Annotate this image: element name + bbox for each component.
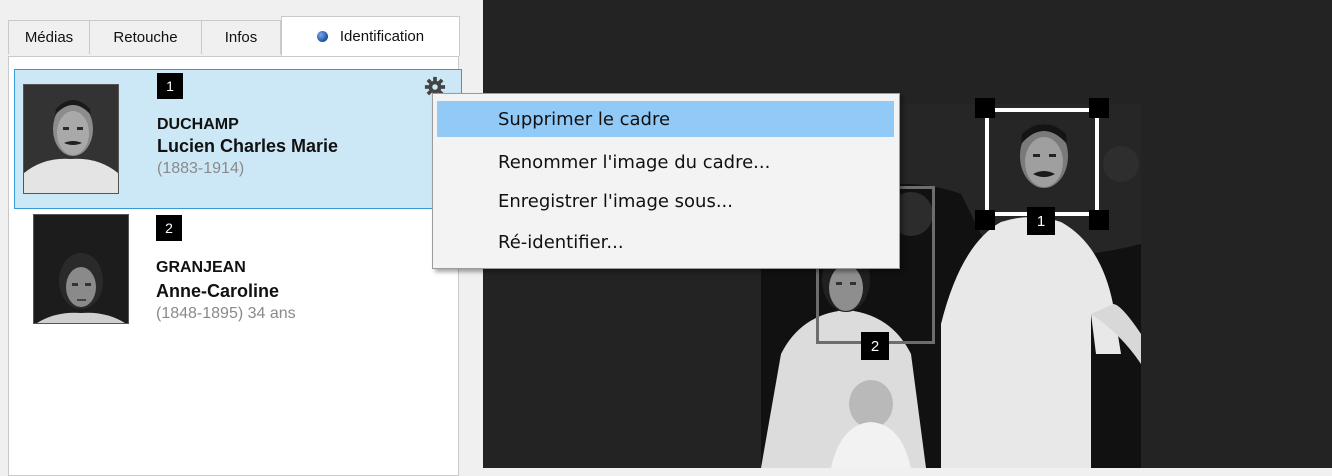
face-frame-label: 1 xyxy=(1027,207,1055,235)
tab-label: Identification xyxy=(339,28,425,45)
person-number-badge: 1 xyxy=(157,73,183,99)
tab-identification[interactable]: Identification xyxy=(281,16,460,56)
resize-handle[interactable] xyxy=(975,98,995,118)
resize-handle[interactable] xyxy=(975,210,995,230)
person-surname: GRANJEAN xyxy=(156,259,246,276)
context-menu: Supprimer le cadre Renommer l'image du c… xyxy=(432,93,900,269)
person-given-names: Lucien Charles Marie xyxy=(157,136,339,156)
portrait-image xyxy=(24,85,118,193)
tab-infos[interactable]: Infos xyxy=(201,20,281,54)
resize-handle[interactable] xyxy=(1089,210,1109,230)
person-thumbnail xyxy=(33,214,129,324)
status-dot-icon xyxy=(316,31,328,42)
person-list-item[interactable]: 1 DUCHAMP Lucien Charles Marie (1883-191… xyxy=(14,69,462,209)
menu-item-rename-frame-image[interactable]: Renommer l'image du cadre... xyxy=(437,144,894,180)
person-thumbnail xyxy=(23,84,119,194)
tab-label: Médias xyxy=(24,29,74,46)
person-surname: DUCHAMP xyxy=(157,116,239,133)
person-given-names: Anne-Caroline xyxy=(156,281,280,301)
resize-handle[interactable] xyxy=(1089,98,1109,118)
menu-item-save-image-as[interactable]: Enregistrer l'image sous... xyxy=(437,183,894,219)
face-frame-label: 2 xyxy=(861,332,889,360)
person-dates: (1848-1895) 34 ans xyxy=(156,305,296,322)
tab-retouche[interactable]: Retouche xyxy=(89,20,202,54)
tab-label: Retouche xyxy=(113,29,178,46)
person-dates: (1883-1914) xyxy=(157,160,245,177)
tab-label: Infos xyxy=(224,29,258,46)
face-frame-selected[interactable] xyxy=(985,108,1099,216)
tab-medias[interactable]: Médias xyxy=(8,20,90,54)
menu-item-delete-frame[interactable]: Supprimer le cadre xyxy=(437,101,894,137)
menu-item-re-identify[interactable]: Ré-identifier... xyxy=(437,224,894,260)
portrait-image xyxy=(34,215,128,323)
person-list-item[interactable]: 2 GRANJEAN Anne-Caroline (1848-1895) 34 … xyxy=(14,211,462,351)
left-panel: Médias Retouche Infos Identification 1 D… xyxy=(0,0,476,476)
person-number-badge: 2 xyxy=(156,215,182,241)
tab-bar: Médias Retouche Infos Identification xyxy=(8,16,460,56)
